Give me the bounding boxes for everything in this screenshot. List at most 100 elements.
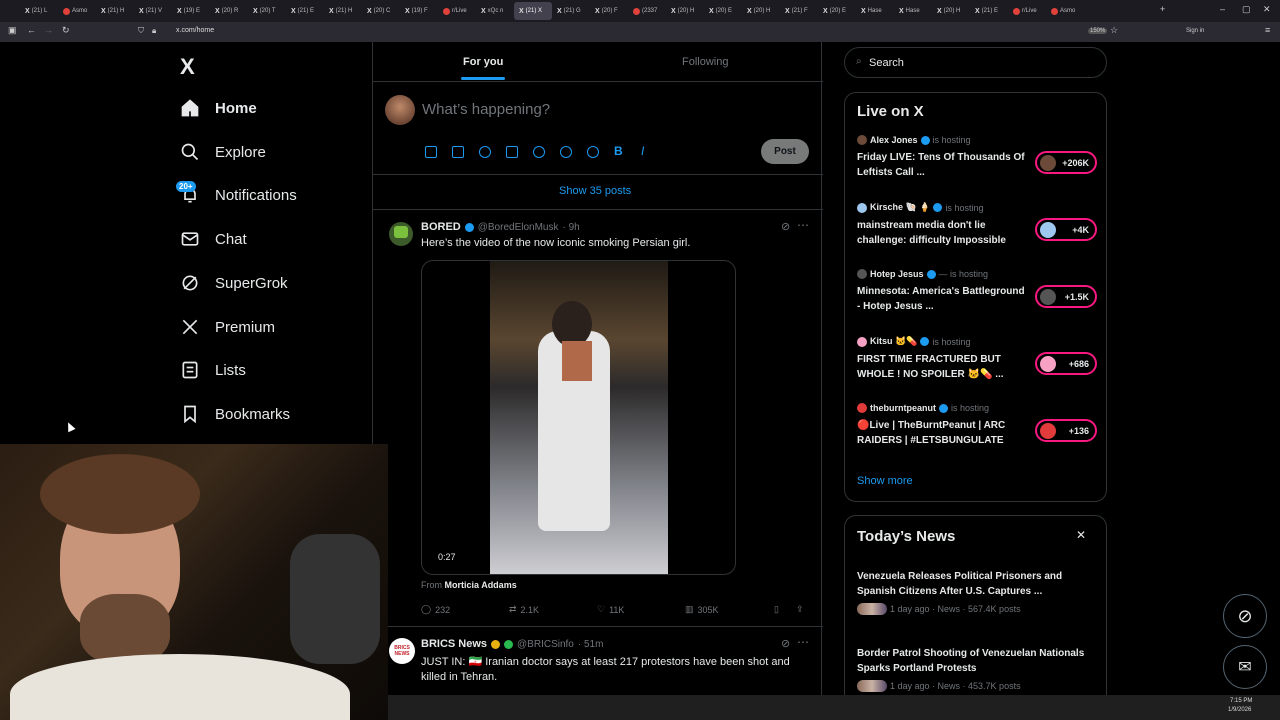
sidebar-icon[interactable]: ▣ xyxy=(8,25,17,36)
news-item[interactable]: Border Patrol Shooting of Venezuelan Nat… xyxy=(857,646,1097,692)
live-listener-pill[interactable]: +136 xyxy=(1035,419,1097,442)
live-item[interactable]: theburntpeanut is hosting 🔴Live | TheBurnt… xyxy=(857,403,1097,448)
nav-item-premium[interactable]: Premium xyxy=(180,312,275,342)
nav-item-home[interactable]: Home xyxy=(180,93,257,123)
grok-icon[interactable]: ⊘ xyxy=(781,220,790,233)
browser-tab[interactable]: X (20) T xyxy=(248,2,286,20)
browser-tab[interactable]: X (21) L xyxy=(20,2,58,20)
source-name[interactable]: Morticia Addams xyxy=(445,580,517,590)
nav-item-supergrok[interactable]: SuperGrok xyxy=(180,268,288,298)
browser-tab[interactable]: X Hase xyxy=(894,2,932,20)
bold-icon[interactable]: B xyxy=(614,144,626,158)
browser-tab[interactable]: X (21) F xyxy=(780,2,818,20)
live-listener-pill[interactable]: +4K xyxy=(1035,218,1097,241)
image-icon[interactable] xyxy=(425,146,437,158)
browser-tab[interactable]: X (21) G xyxy=(552,2,590,20)
browser-tab[interactable]: X (20) E xyxy=(704,2,742,20)
browser-tab[interactable]: r/Live xyxy=(438,2,476,20)
nav-item-explore[interactable]: Explore xyxy=(180,137,266,167)
views-button[interactable]: ▥ 305K xyxy=(685,604,719,615)
live-listener-pill[interactable]: +206K xyxy=(1035,151,1097,174)
grok-fab[interactable]: ⊘ xyxy=(1223,594,1267,638)
post-button[interactable]: Post xyxy=(761,139,809,164)
browser-tab[interactable]: X (19) F xyxy=(400,2,438,20)
browser-tab[interactable]: X (21) E xyxy=(970,2,1008,20)
news-item[interactable]: Venezuela Releases Political Prisoners a… xyxy=(857,569,1097,615)
browser-tab[interactable]: X (20) E xyxy=(818,2,856,20)
post-avatar[interactable] xyxy=(389,222,413,246)
bookmark-star-icon[interactable]: ☆ xyxy=(1110,25,1118,36)
browser-tab[interactable]: X (19) E xyxy=(172,2,210,20)
nav-item-lists[interactable]: Lists xyxy=(180,355,246,385)
bookmark-icon[interactable]: ▯ xyxy=(774,604,779,615)
host-name[interactable]: Alex Jones xyxy=(870,135,918,145)
tab-following[interactable]: Following xyxy=(682,56,728,68)
nav-item-chat[interactable]: Chat xyxy=(180,224,247,254)
host-name[interactable]: Kirsche 🐚 🍦 xyxy=(870,202,930,213)
grok-icon[interactable]: ⊘ xyxy=(781,637,790,650)
live-listener-pill[interactable]: +686 xyxy=(1035,352,1097,375)
browser-tab[interactable]: X (20) F xyxy=(590,2,628,20)
repost-button[interactable]: ⇄ 2.1K xyxy=(509,604,539,615)
menu-icon[interactable]: ≡ xyxy=(1265,25,1270,35)
reload-icon[interactable]: ↻ xyxy=(62,25,70,36)
browser-tab[interactable]: r/Live xyxy=(1008,2,1046,20)
back-icon[interactable]: ← xyxy=(27,25,36,35)
browser-tab[interactable]: X (20) H xyxy=(742,2,780,20)
new-tab-icon[interactable]: + xyxy=(1160,4,1165,14)
author-handle[interactable]: @BRICSinfo xyxy=(517,639,574,650)
host-name[interactable]: theburntpeanut xyxy=(870,403,936,413)
messages-fab[interactable]: ✉ xyxy=(1223,645,1267,689)
show-more-link[interactable]: Show more xyxy=(857,475,913,487)
host-name[interactable]: Kitsu 🐱💊 xyxy=(870,336,917,347)
share-icon[interactable]: ⇪ xyxy=(796,604,804,615)
zoom-level[interactable]: 150% xyxy=(1088,28,1108,34)
browser-tab[interactable]: X (21) V xyxy=(134,2,172,20)
browser-tab[interactable]: (2337 xyxy=(628,2,666,20)
post-time[interactable]: · 9h xyxy=(562,222,579,233)
location-icon[interactable] xyxy=(587,146,599,158)
nav-item-bookmarks[interactable]: Bookmarks xyxy=(180,399,290,429)
reply-button[interactable]: ◯ 232 xyxy=(421,604,450,615)
post-video[interactable]: 0:27 xyxy=(421,260,736,575)
search-box[interactable]: ⌕ Search xyxy=(844,47,1107,78)
shield-icon[interactable]: ⛉ xyxy=(138,26,144,36)
more-icon[interactable]: ⋯ xyxy=(797,218,809,232)
user-avatar[interactable] xyxy=(385,95,415,125)
schedule-icon[interactable] xyxy=(560,146,572,158)
sign-in-button[interactable]: Sign in xyxy=(1186,28,1204,34)
browser-tab[interactable]: X (21) E xyxy=(286,2,324,20)
browser-tab[interactable]: X (20) C xyxy=(362,2,400,20)
author-handle[interactable]: @BoredElonMusk xyxy=(478,222,559,233)
forward-icon[interactable]: → xyxy=(44,25,53,35)
browser-tab[interactable]: X (20) H xyxy=(666,2,704,20)
gif-icon[interactable] xyxy=(452,146,464,158)
browser-tab[interactable]: X (21) H xyxy=(96,2,134,20)
live-item[interactable]: Hotep Jesus — is hosting Minnesota: Americ… xyxy=(857,269,1097,314)
live-item[interactable]: Kitsu 🐱💊 is hosting FIRST TIME FRACTURED B… xyxy=(857,336,1097,382)
emoji-icon[interactable] xyxy=(533,146,545,158)
show-posts-link[interactable]: Show 35 posts xyxy=(559,185,631,197)
post-time[interactable]: · 51m xyxy=(578,639,604,650)
tab-for-you[interactable]: For you xyxy=(463,56,503,68)
host-name[interactable]: Hotep Jesus xyxy=(870,269,924,279)
search-input[interactable]: Search xyxy=(869,57,904,69)
author-name[interactable]: BRICS News xyxy=(421,638,487,650)
like-button[interactable]: ♡ 11K xyxy=(597,604,624,615)
poll-icon[interactable] xyxy=(506,146,518,158)
browser-tab[interactable]: Asmo xyxy=(1046,2,1084,20)
url-field[interactable]: x.com/home xyxy=(176,27,214,34)
compose-input[interactable]: What’s happening? xyxy=(422,101,550,118)
more-icon[interactable]: ⋯ xyxy=(797,635,809,649)
maximize-icon[interactable]: ▢ xyxy=(1242,4,1251,15)
browser-tab[interactable]: X (20) H xyxy=(932,2,970,20)
live-item[interactable]: Kirsche 🐚 🍦 is hosting mainstream media do… xyxy=(857,202,1097,248)
italic-icon[interactable]: I xyxy=(641,144,653,158)
post-avatar[interactable]: BRICS NEWS xyxy=(389,638,415,664)
close-icon[interactable]: ✕ xyxy=(1076,528,1086,542)
browser-tab[interactable]: Asmo xyxy=(58,2,96,20)
minimize-icon[interactable]: – xyxy=(1220,4,1225,14)
browser-tab[interactable]: X (21) X xyxy=(514,2,552,20)
live-listener-pill[interactable]: +1.5K xyxy=(1035,285,1097,308)
browser-tab[interactable]: X (21) H xyxy=(324,2,362,20)
